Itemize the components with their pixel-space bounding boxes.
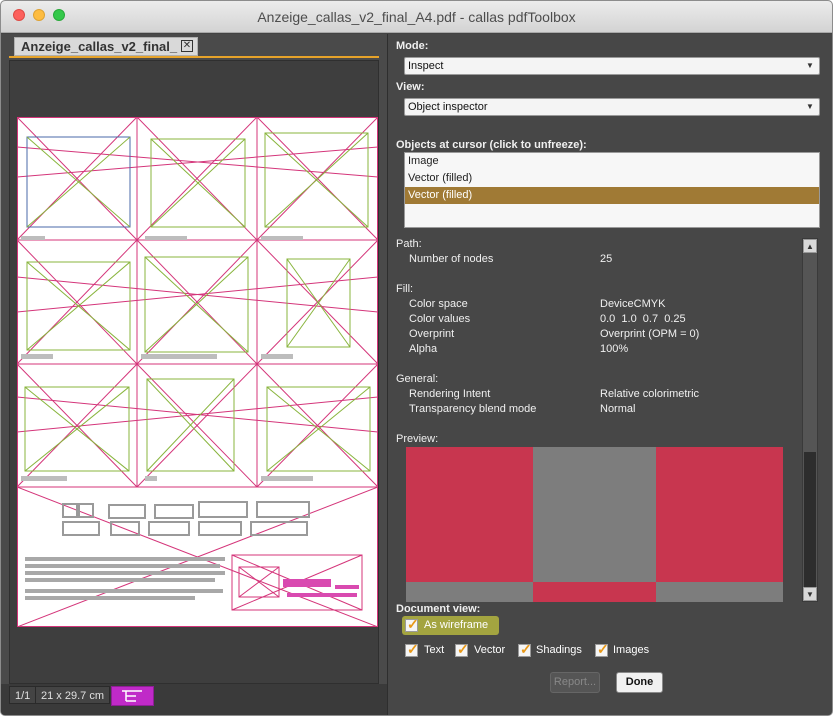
document-tab-label: Anzeige_callas_v2_final_ [21, 39, 178, 54]
mode-select[interactable]: Inspect ▼ [404, 57, 820, 75]
alpha-value: 100% [600, 343, 629, 355]
structure-tree-icon[interactable] [111, 686, 154, 706]
colorspace-value: DeviceCMYK [600, 298, 666, 310]
preview-region [533, 582, 656, 602]
images-checkbox[interactable]: ✓ [595, 641, 609, 657]
preview-region [406, 582, 533, 602]
page-indicator: 1/1 [9, 686, 37, 704]
inspector-panel: Mode: Inspect ▼ View: Object inspector ▼… [387, 34, 832, 715]
checkmark-icon: ✓ [520, 641, 532, 657]
images-label: Images [613, 644, 650, 656]
mode-select-value: Inspect [408, 60, 444, 72]
colorvalues-key: Color values [409, 313, 471, 325]
tab-underline [9, 56, 379, 58]
as-wireframe-label: As wireframe [424, 619, 489, 631]
document-tab[interactable]: Anzeige_callas_v2_final_ ✕ [14, 37, 198, 56]
colorvalues-value: 0.0 1.0 0.7 0.25 [600, 313, 686, 325]
view-select[interactable]: Object inspector ▼ [404, 98, 820, 116]
list-item[interactable]: Image [405, 153, 819, 170]
close-icon[interactable]: ✕ [181, 40, 193, 52]
list-item-selected[interactable]: Vector (filled) [405, 187, 819, 204]
nodes-key: Number of nodes [409, 253, 494, 265]
done-button[interactable]: Done [616, 672, 663, 693]
scroll-down-icon[interactable]: ▼ [803, 587, 817, 601]
checkmark-icon: ✓ [407, 616, 419, 632]
wireframe-drawing [17, 117, 378, 627]
overprint-value: Overprint (OPM = 0) [600, 328, 700, 340]
properties-scrollbar[interactable]: ▲ ▼ [802, 238, 818, 602]
preview-region [656, 447, 783, 582]
scroll-up-icon[interactable]: ▲ [803, 239, 817, 253]
mode-label: Mode: [396, 40, 429, 52]
path-title: Path: [396, 238, 422, 250]
general-title: General: [396, 373, 439, 385]
checkmark-icon: ✓ [457, 641, 469, 657]
nodes-value: 25 [600, 253, 613, 265]
chevron-down-icon: ▼ [806, 102, 814, 111]
alpha-key: Alpha [409, 343, 438, 355]
vector-checkbox[interactable]: ✓ [455, 641, 469, 657]
shadings-checkbox[interactable]: ✓ [518, 641, 532, 657]
checkmark-icon: ✓ [597, 641, 609, 657]
preview-region [406, 447, 533, 582]
page-size: 21 x 29.7 cm [35, 686, 110, 704]
vector-label: Vector [474, 644, 506, 656]
pdf-page-wireframe[interactable] [17, 117, 378, 627]
view-select-value: Object inspector [408, 101, 488, 113]
overprint-key: Overprint [409, 328, 455, 340]
preview-title: Preview: [396, 433, 439, 445]
blend-key: Transparency blend mode [409, 403, 537, 415]
blend-value: Normal [600, 403, 636, 415]
colorspace-key: Color space [409, 298, 468, 310]
preview-swatch [406, 447, 783, 602]
report-button[interactable]: Report... [550, 672, 600, 693]
text-checkbox[interactable]: ✓ [405, 641, 419, 657]
shadings-label: Shadings [536, 644, 582, 656]
chevron-down-icon: ▼ [806, 61, 814, 70]
preview-region [533, 447, 656, 582]
intent-key: Rendering Intent [409, 388, 491, 400]
objects-label: Objects at cursor (click to unfreeze): [396, 139, 587, 151]
preview-region [656, 582, 783, 602]
objects-list[interactable]: Image Vector (filled) Vector (filled) [404, 152, 820, 228]
view-label: View: [396, 81, 425, 93]
app-window: Anzeige_callas_v2_final_A4.pdf - callas … [0, 0, 833, 716]
text-label: Text [424, 644, 445, 656]
list-item[interactable]: Vector (filled) [405, 170, 819, 187]
document-panel: Anzeige_callas_v2_final_ ✕ 1/1 21 x 29.7… [1, 34, 387, 715]
checkmark-icon: ✓ [407, 641, 419, 657]
window-title: Anzeige_callas_v2_final_A4.pdf - callas … [257, 9, 576, 25]
status-bar: 1/1 21 x 29.7 cm [1, 684, 387, 715]
document-view-label: Document view: [396, 603, 481, 615]
intent-value: Relative colorimetric [600, 388, 700, 400]
as-wireframe-checkbox[interactable]: ✓ [405, 616, 419, 632]
fill-title: Fill: [396, 283, 414, 295]
title-bar: Anzeige_callas_v2_final_A4.pdf - callas … [1, 1, 832, 33]
scrollbar-thumb[interactable] [804, 452, 816, 587]
